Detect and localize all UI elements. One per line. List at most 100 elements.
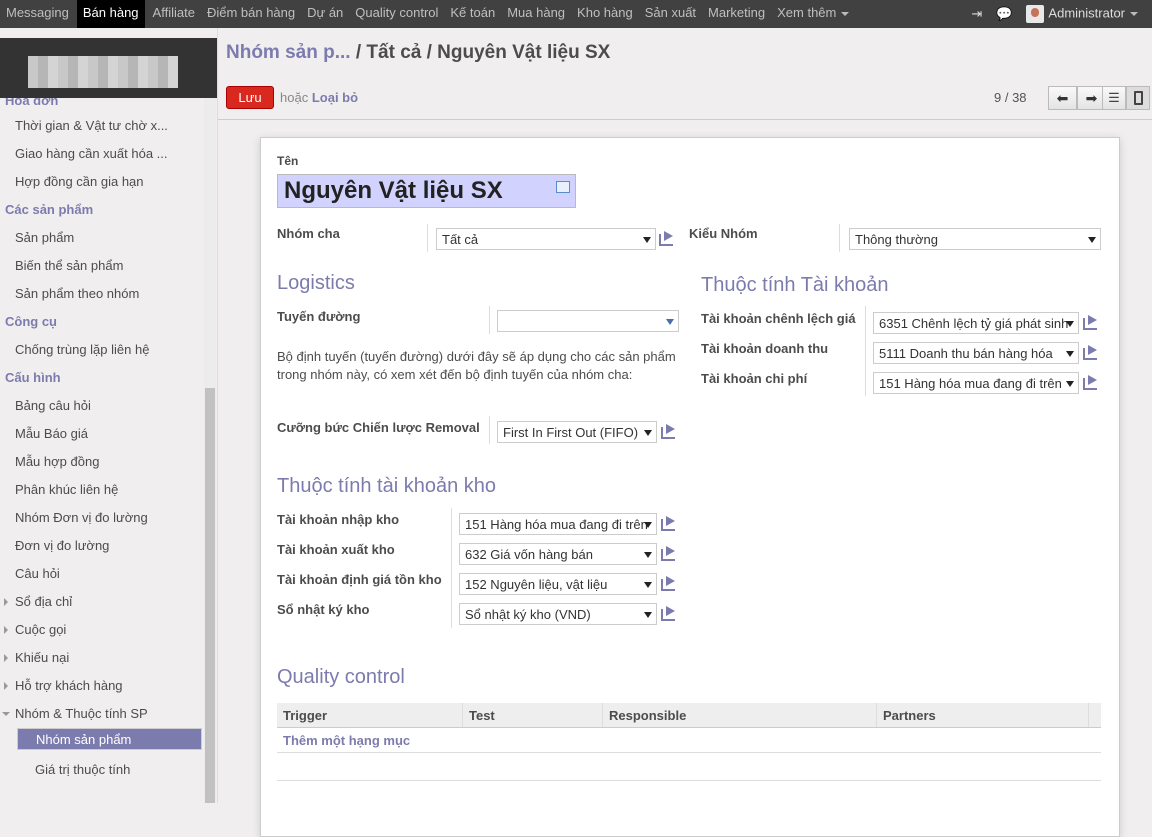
menu-item[interactable]: Affiliate xyxy=(147,0,201,28)
menu-item[interactable]: Mua hàng xyxy=(501,0,571,28)
menu-item[interactable]: Quality control xyxy=(349,0,444,28)
divider xyxy=(839,224,840,252)
expense-account-value: 151 Hàng hóa mua đang đi trên xyxy=(879,376,1062,391)
sidebar-item[interactable]: Phân khúc liên hệ xyxy=(0,476,203,504)
column-test[interactable]: Test xyxy=(463,703,603,727)
or-text: hoặc Loại bỏ xyxy=(280,90,358,105)
menu-item[interactable]: Điểm bán hàng xyxy=(201,0,301,28)
breadcrumb-current: / Tất cả / Nguyên Vật liệu SX xyxy=(355,42,611,63)
sidebar-item[interactable]: Mẫu Báo giá xyxy=(0,420,203,448)
external-link-icon[interactable] xyxy=(661,424,677,439)
chevron-down-icon xyxy=(643,237,651,243)
column-responsible[interactable]: Responsible xyxy=(603,703,877,727)
category-type-select[interactable]: Thông thường xyxy=(849,228,1101,250)
user-menu[interactable]: Administrator xyxy=(1026,5,1138,23)
stock-output-account-label: Tài khoản xuất kho xyxy=(277,542,395,557)
sign-in-icon[interactable]: ⇥ xyxy=(971,6,982,22)
chevron-down-icon xyxy=(644,582,652,588)
menu-item[interactable]: Kế toán xyxy=(444,0,501,28)
top-navbar: Messaging Bán hàng Affiliate Điểm bán hàng D… xyxy=(0,0,1152,28)
sidebar-section-title: Các sản phẩm xyxy=(5,202,94,217)
sidebar-item[interactable]: Nhóm sản phẩm xyxy=(17,728,202,750)
external-link-icon[interactable] xyxy=(661,516,677,531)
menu-item[interactable]: Messaging xyxy=(0,0,75,28)
sidebar-item[interactable]: Nhóm Đơn vị đo lường xyxy=(0,504,203,532)
stock-input-account-label: Tài khoản nhập kho xyxy=(277,512,400,527)
sidebar-item[interactable]: Giao hàng cần xuất hóa ... xyxy=(0,140,203,168)
discard-button[interactable]: Loại bỏ xyxy=(312,90,358,105)
sidebar-item[interactable]: Hỗ trợ khách hàng xyxy=(0,672,203,700)
sidebar-item[interactable]: Mẫu hợp đồng xyxy=(0,448,203,476)
routes-select[interactable] xyxy=(497,310,679,332)
sidebar-item[interactable]: Câu hỏi xyxy=(0,560,203,588)
chevron-down-icon xyxy=(644,522,652,528)
column-partners[interactable]: Partners xyxy=(877,703,1089,727)
arrow-left-icon: ⬅ xyxy=(1056,89,1069,106)
column-trigger[interactable]: Trigger xyxy=(277,703,463,727)
topbar-right: ⇥ 💬 Administrator xyxy=(971,0,1138,28)
name-input[interactable]: Nguyên Vật liệu SX xyxy=(277,174,576,208)
parent-category-label: Nhóm cha xyxy=(277,226,340,241)
menu-item[interactable]: Sản xuất xyxy=(639,0,702,28)
external-link-icon[interactable] xyxy=(1083,345,1099,360)
save-button[interactable]: Lưu xyxy=(226,86,274,109)
company-logo xyxy=(0,38,217,98)
sidebar-item[interactable]: Cuộc gọi xyxy=(0,616,203,644)
menu-item[interactable]: Marketing xyxy=(702,0,771,28)
menu-item[interactable]: Bán hàng xyxy=(76,0,145,28)
external-link-icon[interactable] xyxy=(661,606,677,621)
sidebar-item[interactable]: Nhóm & Thuộc tính SP xyxy=(0,700,203,728)
sidebar-item[interactable]: Đơn vị đo lường xyxy=(0,532,203,560)
income-account-select[interactable]: 5111 Doanh thu bán hàng hóa xyxy=(873,342,1079,364)
menu-item[interactable]: Kho hàng xyxy=(571,0,639,28)
add-item-link[interactable]: Thêm một hạng mục xyxy=(277,728,1101,753)
view-switcher: ☰ xyxy=(1102,86,1150,110)
stock-output-account-select[interactable]: 632 Giá vốn hàng bán xyxy=(459,543,657,565)
pager-value[interactable]: 9 / 38 xyxy=(994,90,1027,105)
stock-valuation-account-value: 152 Nguyên liệu, vật liệu xyxy=(465,577,608,592)
external-link-icon[interactable] xyxy=(661,576,677,591)
chevron-down-icon xyxy=(1066,381,1074,387)
breadcrumb-link[interactable]: Nhóm sản p... xyxy=(226,42,351,63)
scrollbar-thumb[interactable] xyxy=(205,388,215,803)
external-link-icon[interactable] xyxy=(1083,375,1099,390)
sidebar-item[interactable]: Thời gian & Vật tư chờ x... xyxy=(0,112,203,140)
menu-item[interactable]: Xem thêm xyxy=(771,0,855,28)
stock-valuation-account-select[interactable]: 152 Nguyên liệu, vật liệu xyxy=(459,573,657,595)
external-link-icon[interactable] xyxy=(1083,315,1099,330)
stock-journal-select[interactable]: Sổ nhật ký kho (VND) xyxy=(459,603,657,625)
form-view-button[interactable] xyxy=(1126,86,1150,110)
price-diff-account-value: 6351 Chênh lệch tỷ giá phát sinh xyxy=(879,316,1069,331)
sidebar-item[interactable]: Biến thể sản phẩm xyxy=(0,252,203,280)
sidebar-item[interactable]: Sổ địa chỉ xyxy=(0,588,203,616)
external-link-icon[interactable] xyxy=(661,546,677,561)
parent-category-select[interactable]: Tất cả xyxy=(436,228,656,250)
stock-output-account-value: 632 Giá vốn hàng bán xyxy=(465,547,593,562)
external-link-icon[interactable] xyxy=(659,231,675,246)
sidebar-item[interactable]: Sản phẩm theo nhóm xyxy=(0,280,203,308)
sidebar-item[interactable]: Chống trùng lặp liên hệ xyxy=(0,336,203,364)
removal-strategy-value: First In First Out (FIFO) xyxy=(503,425,639,440)
list-view-button[interactable]: ☰ xyxy=(1102,86,1126,110)
sidebar-item[interactable]: Sản phẩm xyxy=(0,224,203,252)
sidebar-item[interactable]: Hợp đồng cần gia hạn xyxy=(0,168,203,196)
chevron-down-icon xyxy=(644,430,652,436)
sidebar-scrollbar[interactable] xyxy=(204,98,216,803)
sidebar-item[interactable]: Giá trị thuộc tính xyxy=(0,756,203,784)
divider xyxy=(489,306,490,334)
removal-strategy-select[interactable]: First In First Out (FIFO) xyxy=(497,421,657,443)
chevron-down-icon xyxy=(1066,321,1074,327)
stock-journal-value: Sổ nhật ký kho (VND) xyxy=(465,607,591,622)
table-header: Trigger Test Responsible Partners xyxy=(277,703,1101,728)
stock-input-account-select[interactable]: 151 Hàng hóa mua đang đi trên xyxy=(459,513,657,535)
chat-icon[interactable]: 💬 xyxy=(996,6,1012,22)
previous-button[interactable]: ⬅ xyxy=(1048,86,1077,110)
or-label: hoặc xyxy=(280,90,309,105)
sidebar-item[interactable]: Khiếu nại xyxy=(0,644,203,672)
translate-icon[interactable] xyxy=(556,181,570,193)
price-diff-account-select[interactable]: 6351 Chênh lệch tỷ giá phát sinh xyxy=(873,312,1079,334)
expense-account-select[interactable]: 151 Hàng hóa mua đang đi trên xyxy=(873,372,1079,394)
menu-item[interactable]: Dự án xyxy=(301,0,349,28)
routes-description: Bộ định tuyến (tuyến đường) dưới đây sẽ … xyxy=(277,349,676,382)
sidebar-item[interactable]: Bảng câu hỏi xyxy=(0,392,203,420)
